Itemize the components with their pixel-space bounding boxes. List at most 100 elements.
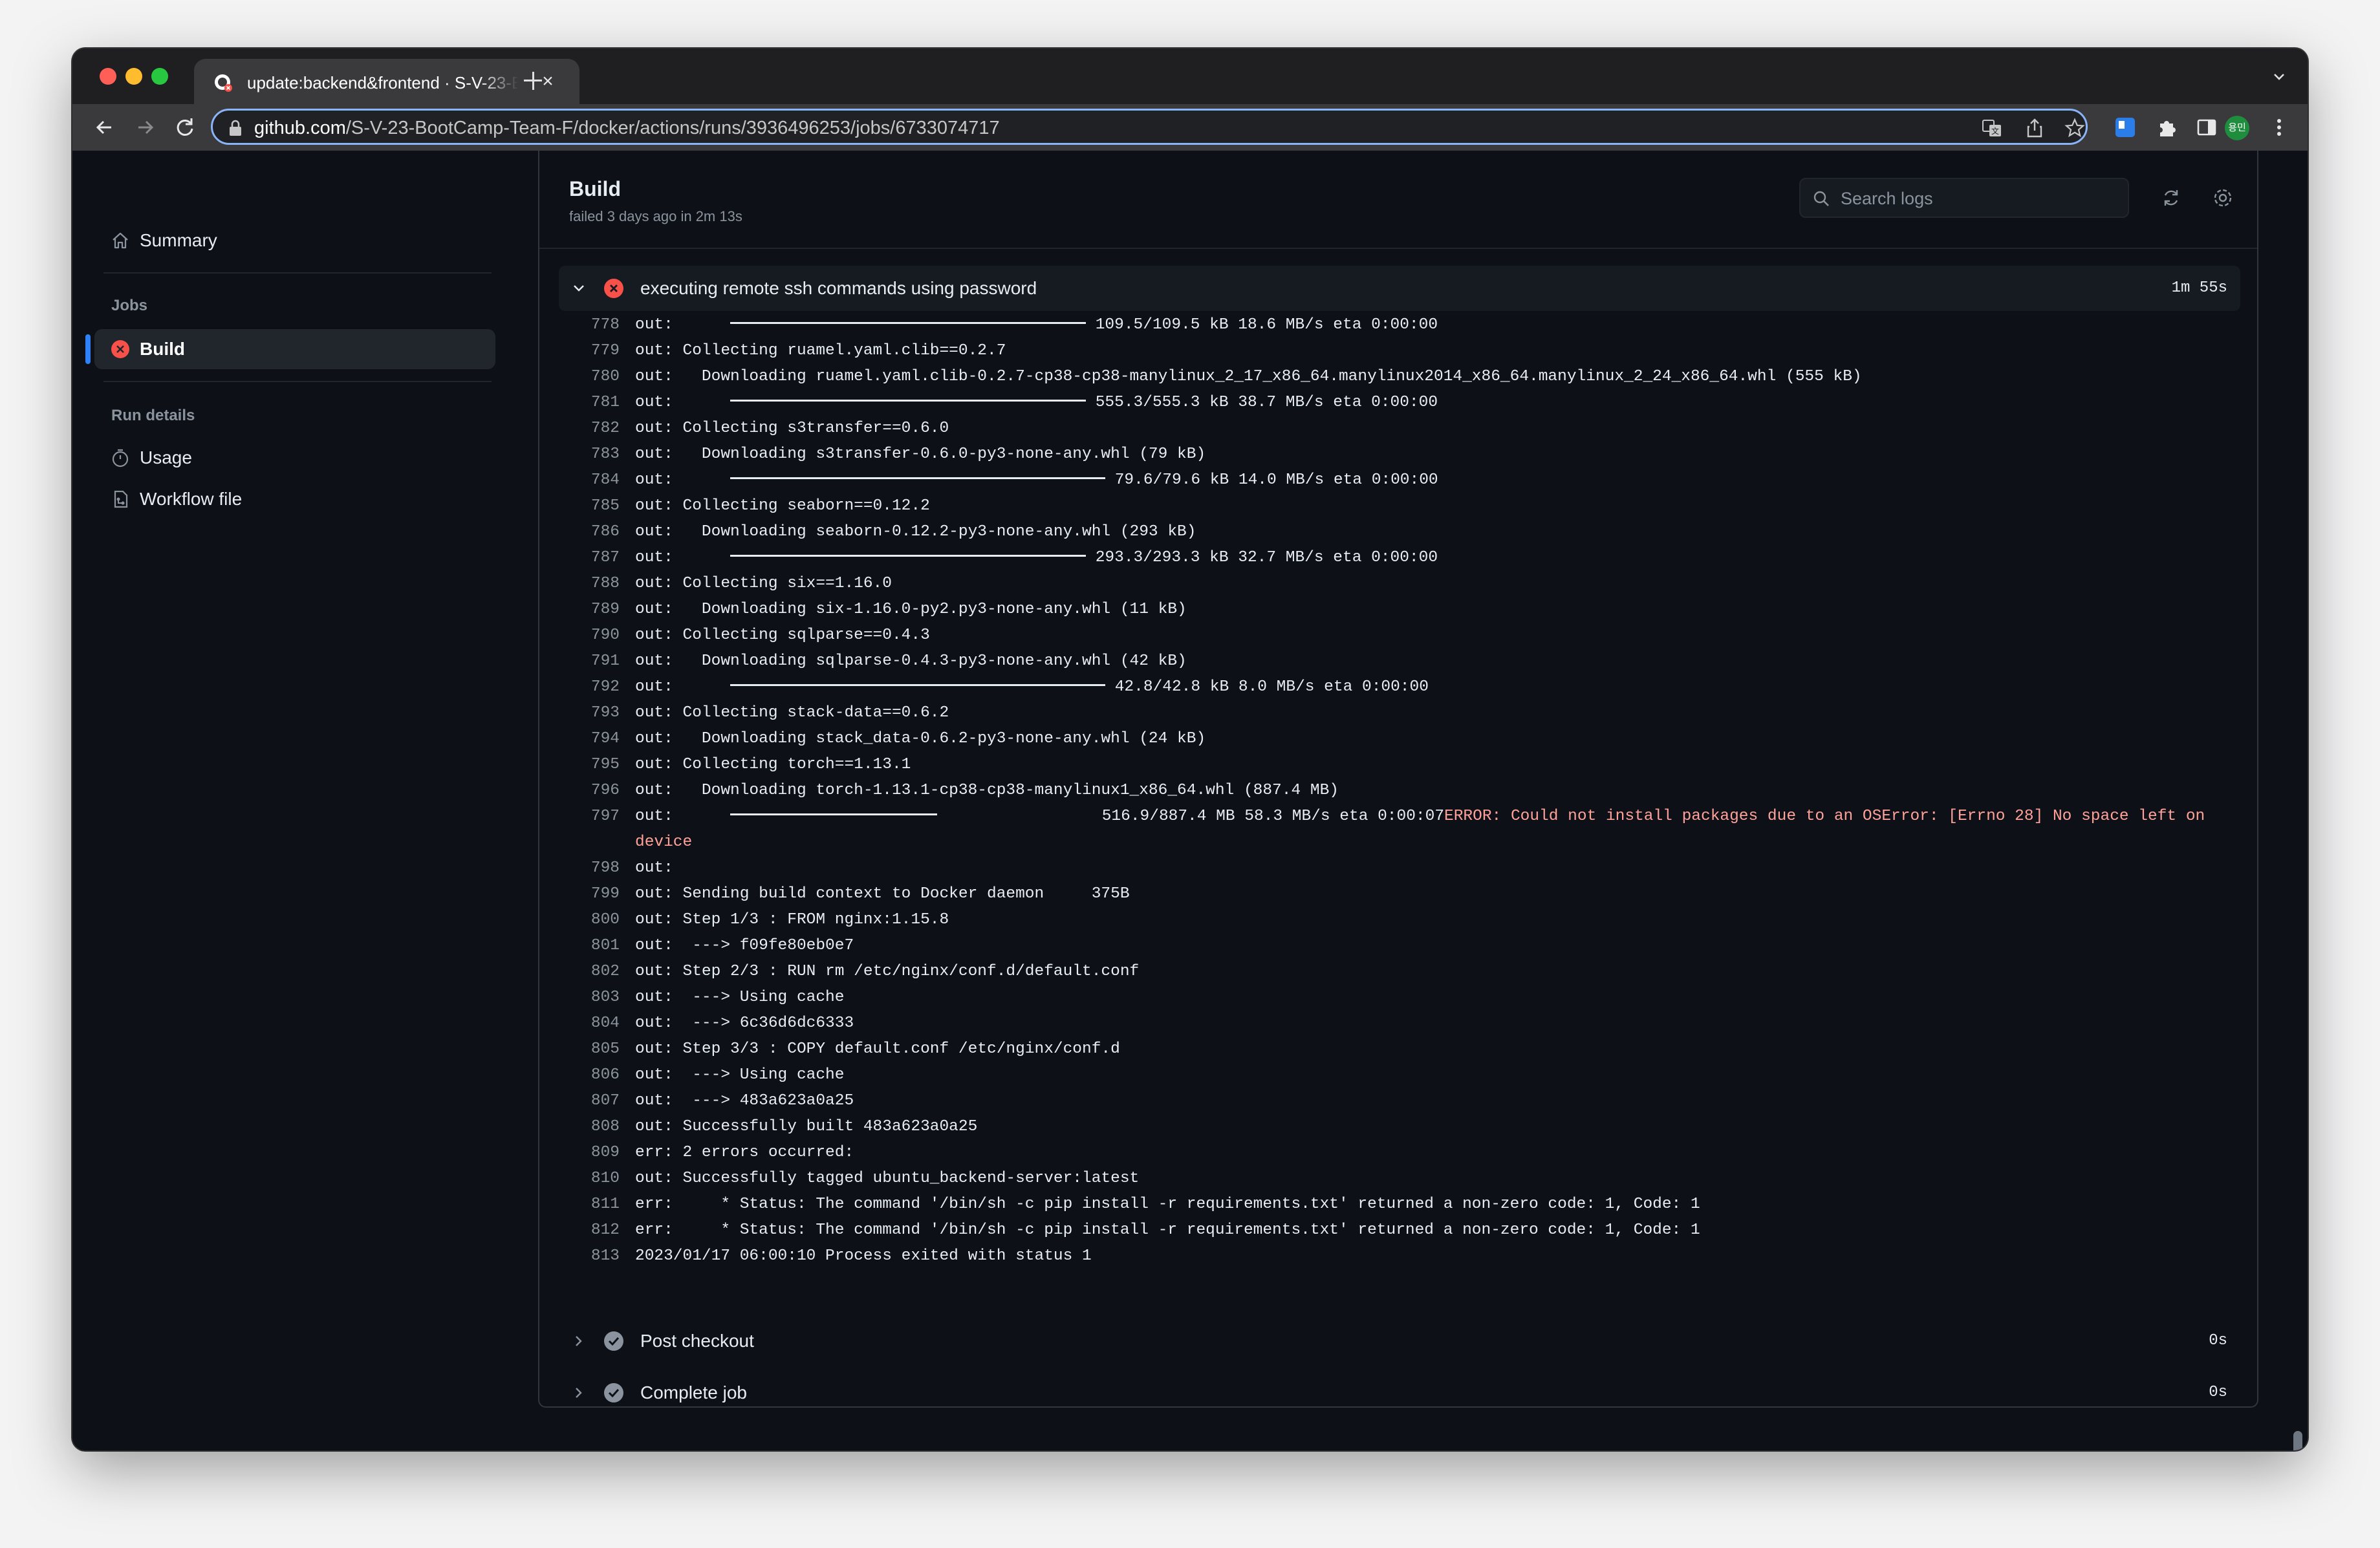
address-bar[interactable]: github.com/S-V-23-BootCamp-Team-F/docker… [211, 109, 2088, 145]
log-line-number[interactable]: 801 [559, 933, 620, 959]
refresh-icon[interactable] [2160, 187, 2182, 209]
forward-arrow-icon[interactable] [132, 114, 158, 140]
log-line: 801 out: ---> f09fe80eb0e7 [559, 933, 2240, 959]
log-line-number[interactable]: 808 [559, 1114, 620, 1140]
sidebar-item-usage[interactable]: Usage [94, 438, 495, 478]
log-line-text: out: 109.5/109.5 kB 18.6 MB/s eta 0:00:0… [635, 312, 1438, 338]
log-line: 782 out: Collecting s3transfer==0.6.0 [559, 416, 2240, 442]
log-line-number[interactable]: 790 [559, 623, 620, 649]
log-line-number[interactable]: 800 [559, 907, 620, 933]
lock-icon[interactable] [228, 120, 243, 136]
side-panel-icon[interactable] [2195, 116, 2218, 139]
log-line-number[interactable]: 780 [559, 364, 620, 390]
log-line: 807 out: ---> 483a623a0a25 [559, 1088, 2240, 1114]
log-text: out: Downloading s3transfer-0.6.0-py3-no… [635, 446, 1206, 463]
bookmark-star-icon[interactable] [2064, 117, 2086, 139]
profile-avatar[interactable]: 용민 [2225, 116, 2249, 140]
log-line-number[interactable]: 787 [559, 545, 620, 571]
log-line-number[interactable]: 797 [559, 804, 620, 830]
tab-strip: update:backend&frontend · S-V-23-BootCam… [72, 48, 2308, 104]
translate-icon[interactable]: 文 [1981, 117, 2003, 139]
log-text: out: Successfully tagged ubuntu_backend-… [635, 1170, 1140, 1187]
log-line-number[interactable]: 784 [559, 468, 620, 493]
log-text: out: [635, 808, 731, 825]
step-complete-job[interactable]: Complete job 0s [559, 1370, 2240, 1415]
log-line: 795 out: Collecting torch==1.13.1 [559, 752, 2240, 778]
sidebar-item-label: Summary [140, 230, 217, 250]
search-logs-input[interactable]: Search logs [1799, 178, 2129, 218]
extensions-puzzle-icon[interactable] [2155, 116, 2178, 139]
close-window-button[interactable] [100, 68, 116, 85]
chevron-down-icon[interactable] [2270, 68, 2288, 86]
log-line-number[interactable]: 813 [559, 1243, 620, 1269]
chevron-down-icon[interactable] [570, 280, 587, 297]
log-line-number[interactable]: 779 [559, 338, 620, 364]
log-line-number[interactable]: 788 [559, 571, 620, 597]
minimize-window-button[interactable] [125, 68, 142, 85]
log-line-text: 2023/01/17 06:00:10 Process exited with … [635, 1243, 1092, 1269]
log-line-number[interactable]: 778 [559, 312, 620, 338]
log-line-number[interactable]: 812 [559, 1218, 620, 1243]
log-line-number[interactable]: 789 [559, 597, 620, 623]
log-line-number[interactable]: 798 [559, 855, 620, 881]
more-menu-icon[interactable] [2271, 114, 2287, 140]
log-line-number[interactable]: 782 [559, 416, 620, 442]
gear-icon[interactable] [2212, 187, 2234, 209]
log-line: 783 out: Downloading s3transfer-0.6.0-py3… [559, 442, 2240, 468]
log-line-number[interactable]: 795 [559, 752, 620, 778]
step-executing-ssh[interactable]: executing remote ssh commands using pass… [559, 266, 2240, 311]
log-text: out: ---> f09fe80eb0e7 [635, 937, 854, 954]
step-post-checkout[interactable]: Post checkout 0s [559, 1318, 2240, 1364]
maximize-window-button[interactable] [151, 68, 168, 85]
log-line-text: out: ---> 483a623a0a25 [635, 1088, 854, 1114]
log-text: out: Collecting sqlparse==0.4.3 [635, 627, 930, 644]
back-arrow-icon[interactable] [92, 114, 118, 140]
log-line-number[interactable]: 786 [559, 519, 620, 545]
log-line-number[interactable]: 804 [559, 1011, 620, 1037]
log-line-number[interactable]: 810 [559, 1166, 620, 1192]
log-line: 787 out: 293.3/293.3 kB 32.7 MB/s eta 0:0… [559, 545, 2240, 571]
log-line-number[interactable]: 793 [559, 700, 620, 726]
sidebar-item-summary[interactable]: Summary [94, 220, 495, 261]
log-line-number[interactable]: 791 [559, 649, 620, 674]
page-scrollbar[interactable] [2293, 1431, 2302, 1450]
reload-icon[interactable] [172, 114, 198, 140]
log-line-number[interactable]: 792 [559, 674, 620, 700]
chevron-right-icon[interactable] [570, 1333, 587, 1349]
log-text: err: * Status: The command '/bin/sh -c p… [635, 1221, 1700, 1239]
log-line: device [559, 830, 2240, 855]
sidebar-item-build[interactable]: Build [85, 329, 495, 369]
job-status-text: failed 3 days ago in 2m 13s [569, 208, 742, 224]
tab-title: update:backend&frontend · S-V-23-BootCam… [247, 73, 519, 92]
log-line-number[interactable]: 802 [559, 959, 620, 985]
log-line: 804 out: ---> 6c36d6dc6333 [559, 1011, 2240, 1037]
log-line-number[interactable]: 794 [559, 726, 620, 752]
log-text: out: Downloading stack_data-0.6.2-py3-no… [635, 730, 1206, 747]
log-line-number[interactable]: 796 [559, 778, 620, 804]
log-line-text: out: Step 3/3 : COPY default.conf /etc/n… [635, 1037, 1120, 1062]
log-line-number[interactable]: 785 [559, 493, 620, 519]
share-icon[interactable] [2024, 117, 2046, 139]
log-line-number[interactable]: 803 [559, 985, 620, 1011]
run-details-heading: Run details [111, 407, 195, 424]
log-line-text: out: Downloading ruamel.yaml.clib-0.2.7-… [635, 364, 1862, 390]
log-text: err: 2 errors occurred: [635, 1144, 854, 1161]
log-line-number[interactable]: 809 [559, 1140, 620, 1166]
chevron-right-icon[interactable] [570, 1384, 587, 1401]
log-line-number[interactable]: 807 [559, 1088, 620, 1114]
sidebar-item-label: Usage [140, 447, 192, 468]
log-line-number[interactable]: 806 [559, 1062, 620, 1088]
log-line-number[interactable]: 781 [559, 390, 620, 416]
log-line-number[interactable]: 799 [559, 881, 620, 907]
log-line-text: out: Collecting six==1.16.0 [635, 571, 892, 597]
home-icon [113, 232, 128, 249]
extension-app-icon[interactable] [2114, 116, 2137, 139]
log-line: 784 out: 79.6/79.6 kB 14.0 MB/s eta 0:00:… [559, 468, 2240, 493]
new-tab-icon[interactable] [519, 67, 547, 95]
log-text: out: [635, 859, 673, 877]
log-line-number[interactable]: 811 [559, 1192, 620, 1218]
url-text[interactable]: github.com/S-V-23-BootCamp-Team-F/docker… [254, 117, 1000, 139]
sidebar-item-workflow-file[interactable]: Workflow file [94, 479, 495, 519]
log-line-number[interactable]: 805 [559, 1037, 620, 1062]
log-line-number[interactable]: 783 [559, 442, 620, 468]
